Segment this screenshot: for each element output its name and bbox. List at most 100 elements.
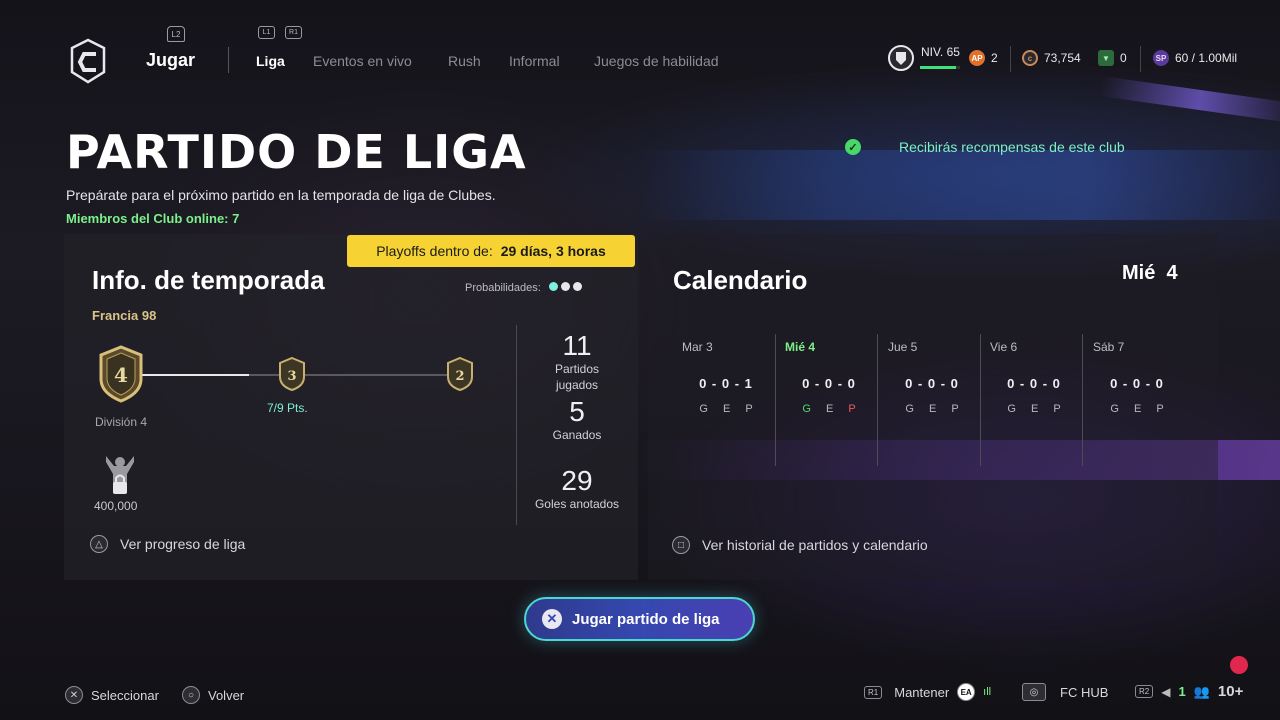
probabilities: Probabilidades: — [465, 282, 585, 294]
nav-divider — [228, 47, 229, 73]
sp-value: 60 / 1.00Mil — [1175, 51, 1238, 65]
level-label: NIV. 65 — [921, 45, 960, 59]
r1-trigger-icon: R1 — [864, 685, 883, 699]
stat-wins: 5 Ganados — [527, 396, 627, 444]
ap-stat: AP 2 — [969, 50, 998, 66]
division-points: 7/9 Pts. — [267, 401, 308, 415]
footer-fc-hub[interactable]: ◎ FC HUB — [1022, 683, 1108, 701]
stat-wins-label: Ganados — [552, 428, 602, 442]
tab-liga[interactable]: Liga — [256, 53, 285, 69]
tokens-icon: ▼ — [1098, 50, 1114, 66]
circle-button-icon: ○ — [182, 686, 200, 704]
calendar-day-score: 0 - 0 - 0 — [1110, 376, 1164, 391]
match-history-link[interactable]: □ Ver historial de partidos y calendario — [672, 536, 928, 554]
calendar-divider — [775, 334, 776, 466]
coins-stat: c 73,754 — [1022, 50, 1081, 66]
reward-notice-text: Recibirás recompensas de este club — [899, 139, 1125, 155]
gep-g: G — [905, 403, 914, 415]
party-icon: 👥 — [1193, 683, 1210, 699]
probability-dot — [548, 282, 558, 291]
match-history-link-label: Ver historial de partidos y calendario — [702, 537, 928, 553]
footer-select-label: Seleccionar — [91, 687, 159, 703]
sp-icon: SP — [1153, 50, 1169, 66]
tokens-stat: ▼ 0 — [1098, 50, 1127, 66]
level-progress-fill — [920, 66, 956, 69]
footer-hold[interactable]: R1 Mantener EA ıll — [864, 683, 991, 701]
calendar-day-name: Mié 4 — [785, 340, 816, 354]
gep-e: E — [928, 403, 937, 415]
gep-p: P — [848, 403, 856, 415]
ap-value: 2 — [991, 51, 998, 65]
cross-button-icon: ✕ — [542, 609, 562, 629]
playoffs-banner: Playoffs dentro de: 29 días, 3 horas — [347, 235, 635, 267]
league-progress-link[interactable]: △ Ver progreso de liga — [90, 535, 245, 553]
online-members: Miembros del Club online: 7 — [66, 211, 240, 226]
stat-matches-played: 11 Partidos jugados — [527, 330, 627, 393]
trophy-lock-icon — [106, 456, 134, 494]
calendar-day-today: Mié 4 0 - 0 - 0 G E P — [779, 340, 879, 415]
calendar-day-score: 0 - 0 - 0 — [802, 376, 856, 391]
play-league-match-button[interactable]: ✕ Jugar partido de liga — [524, 597, 755, 641]
calendar-day: Vie 6 0 - 0 - 0 G E P — [984, 340, 1084, 415]
play-league-match-label: Jugar partido de liga — [572, 610, 720, 628]
gep-p: P — [1053, 403, 1061, 415]
gep-p: P — [745, 403, 753, 415]
stat-goals: 29 Goles anotados — [527, 465, 627, 513]
page-title: PARTIDO DE LIGA — [66, 125, 527, 179]
r2-trigger-icon: R2 — [1135, 685, 1154, 698]
stat-matches-played-label: Partidos jugados — [554, 362, 600, 392]
footer-fc-hub-label: FC HUB — [1060, 684, 1109, 700]
playoffs-value: 29 días, 3 horas — [500, 243, 606, 259]
coins-icon: c — [1022, 50, 1038, 66]
reward-notice: ✓ Recibirás recompensas de este club — [845, 139, 1125, 155]
cross-button-icon: ✕ — [65, 686, 83, 704]
calendar-title: Calendario — [673, 265, 808, 295]
division-track-fill — [140, 374, 249, 376]
reward-value: 400,000 — [94, 499, 138, 513]
record-indicator-icon — [1230, 656, 1248, 674]
square-button-icon: □ — [672, 536, 690, 554]
l2-trigger-icon: L2 — [167, 26, 185, 42]
gep-p: P — [1156, 403, 1164, 415]
calendar-day-name: Vie 6 — [990, 340, 1018, 354]
stats-divider — [516, 325, 517, 525]
stat-divider — [1140, 46, 1141, 72]
division-label: División 4 — [95, 415, 148, 429]
stat-goals-label: Goles anotados — [534, 497, 620, 511]
calendar-day-score: 0 - 0 - 0 — [905, 376, 959, 391]
footer-back[interactable]: ○ Volver — [182, 686, 244, 704]
calendar-day-gep: G E P — [676, 403, 776, 415]
stat-wins-value: 5 — [569, 396, 585, 427]
gep-p: P — [951, 403, 959, 415]
probabilities-label: Probabilidades: — [465, 282, 541, 294]
tokens-value: 0 — [1120, 51, 1127, 65]
division-current-number: 4 — [114, 363, 128, 387]
tab-eventos-en-vivo[interactable]: Eventos en vivo — [313, 53, 412, 69]
calendar-day-gep: G E P — [984, 403, 1084, 415]
ap-icon: AP — [969, 50, 985, 66]
nav-jugar[interactable]: Jugar — [146, 50, 195, 71]
tab-rush[interactable]: Rush — [448, 53, 481, 69]
league-progress-link-label: Ver progreso de liga — [120, 536, 246, 552]
tab-juegos-de-habilidad[interactable]: Juegos de habilidad — [594, 53, 719, 69]
footer-select[interactable]: ✕ Seleccionar — [65, 686, 159, 704]
calendar-day-gep: G E P — [1087, 403, 1187, 415]
calendar-day-name: Jue 5 — [888, 340, 918, 354]
r1-trigger-icon: R1 — [285, 26, 302, 39]
footer-voice[interactable]: R2 ◀ 1 👥 10+ — [1135, 683, 1243, 700]
division-top-number: 2 — [455, 369, 464, 384]
stat-goals-value: 29 — [561, 465, 593, 496]
tab-informal[interactable]: Informal — [509, 53, 560, 69]
check-icon: ✓ — [845, 139, 861, 155]
touchpad-icon: ◎ — [1022, 683, 1046, 701]
division-shield-icon: 2 — [447, 356, 473, 392]
playoffs-label: Playoffs dentro de: — [376, 243, 493, 259]
ea-badge-icon: EA — [957, 683, 976, 701]
calendar-current-date: Mié 4 — [1122, 262, 1178, 285]
division-shield-icon: 4 — [99, 345, 143, 403]
calendar-divider — [980, 334, 981, 466]
page-subtitle: Prepárate para el próximo partido en la … — [66, 187, 496, 203]
calendar-divider — [1082, 334, 1083, 466]
speaker-icon: ◀ — [1161, 684, 1171, 699]
level-badge-icon — [888, 45, 914, 71]
